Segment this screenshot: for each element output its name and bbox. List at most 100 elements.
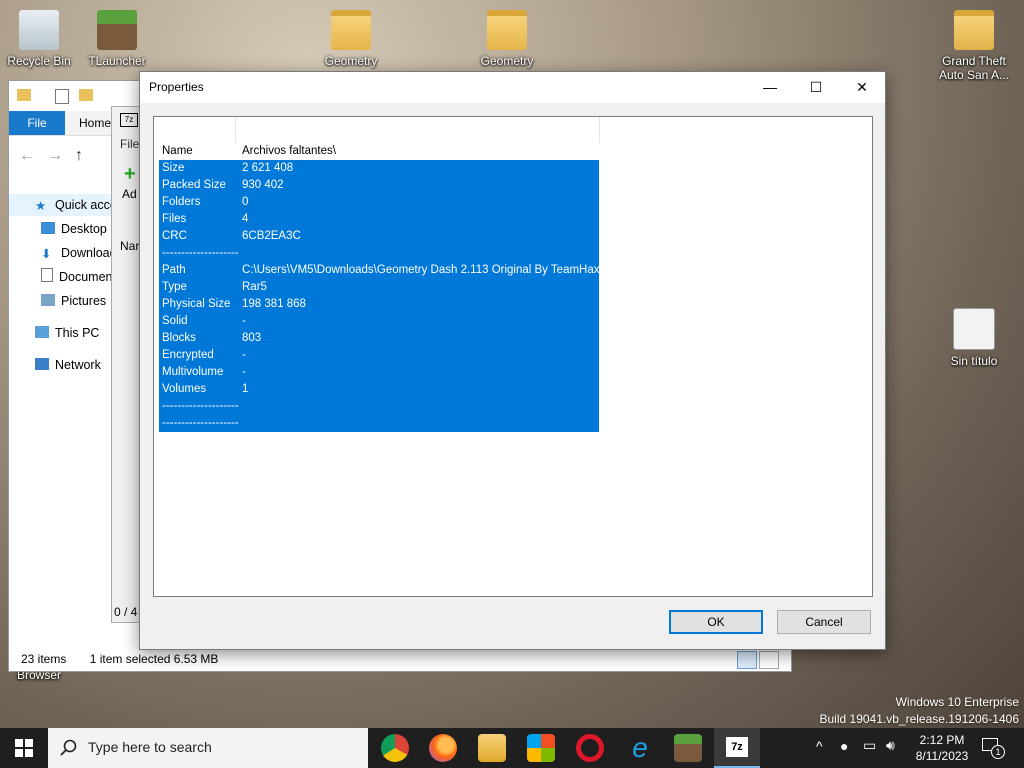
volume-icon[interactable]: 🔊︎: [886, 737, 895, 754]
clock[interactable]: 2:12 PM 8/11/2023: [910, 732, 974, 764]
nav-item-desktop[interactable]: Desktop: [41, 218, 107, 240]
new-folder-icon[interactable]: [79, 89, 93, 101]
desktop-icon-label: Recycle Bin: [7, 54, 71, 68]
property-value: C:\Users\VM5\Downloads\Geometry Dash 2.1…: [242, 264, 617, 276]
property-row[interactable]: Path C:\Users\VM5\Downloads\Geometry Dash…: [159, 262, 617, 279]
start-button[interactable]: [0, 728, 48, 768]
sevenzip-status: 0 / 4: [114, 605, 138, 619]
desktop-icon-label: TLauncher: [88, 54, 146, 68]
network-tray-icon[interactable]: ▭: [863, 737, 876, 754]
property-row-separator[interactable]: --------------------: [159, 415, 599, 432]
sevenzip-app-icon: 7z: [120, 113, 138, 127]
tab-file[interactable]: File: [9, 111, 65, 135]
property-row[interactable]: Blocks 803: [159, 330, 599, 347]
properties-icon[interactable]: [55, 89, 69, 104]
property-row[interactable]: Size 2 621 408: [159, 160, 599, 177]
property-row[interactable]: Files 4: [159, 211, 599, 228]
property-value: Rar5: [242, 281, 267, 293]
dialog-titlebar[interactable]: Properties — ☐ ✕: [140, 72, 885, 103]
taskbar-search-box[interactable]: Type here to search: [48, 728, 368, 768]
property-row-separator[interactable]: --------------------: [159, 245, 599, 262]
firefox-icon[interactable]: [429, 734, 457, 762]
network-icon: [35, 358, 49, 370]
computer-icon: [35, 326, 49, 338]
download-icon: ⬇: [41, 247, 52, 261]
folder-icon: [331, 10, 371, 50]
property-row[interactable]: Physical Size 198 381 868: [159, 296, 599, 313]
desktop-icon-geometry-1[interactable]: Geometry: [313, 10, 389, 68]
property-key: Multivolume: [162, 366, 224, 378]
sevenzip-name-column[interactable]: Nar: [120, 239, 139, 253]
property-row[interactable]: CRC 6CB2EA3C: [159, 228, 599, 245]
status-selected: 1 item selected 6.53 MB: [89, 652, 219, 666]
sevenzip-taskbar-button[interactable]: 7z: [714, 728, 760, 768]
properties-dialog[interactable]: Properties — ☐ ✕ Name Archivos faltantes…: [139, 71, 886, 650]
property-row-separator[interactable]: --------------------: [159, 398, 599, 415]
property-key: Folders: [162, 196, 201, 208]
show-hidden-icons-icon[interactable]: ^: [816, 738, 823, 754]
up-arrow-icon[interactable]: ↑: [75, 147, 95, 164]
folder-icon: [487, 10, 527, 50]
nav-item-documents[interactable]: Documen: [41, 266, 113, 288]
properties-list[interactable]: Name Archivos faltantes\ Size 2 621 408 P…: [153, 116, 873, 597]
property-value: 4: [242, 213, 249, 225]
close-button[interactable]: ✕: [839, 72, 885, 103]
clock-date: 8/11/2023: [915, 749, 969, 763]
minimize-button[interactable]: —: [747, 72, 793, 103]
folder-icon: [17, 89, 31, 101]
internet-explorer-icon[interactable]: e: [626, 734, 654, 762]
property-row[interactable]: Folders 0: [159, 194, 599, 211]
property-row[interactable]: Encrypted -: [159, 347, 599, 364]
minecraft-icon[interactable]: [674, 734, 702, 762]
pictures-icon: [41, 294, 55, 306]
large-icons-view-icon[interactable]: [759, 651, 779, 669]
property-value: 2 621 408: [242, 162, 294, 174]
back-arrow-icon[interactable]: ←: [19, 147, 47, 164]
chrome-icon[interactable]: [381, 734, 409, 762]
opera-icon[interactable]: [576, 734, 604, 762]
property-row-name[interactable]: Name Archivos faltantes\: [159, 143, 599, 160]
tab-home[interactable]: Home: [79, 111, 111, 135]
notification-badge: 1: [991, 745, 1005, 759]
nav-item-pictures[interactable]: Pictures: [41, 290, 106, 312]
property-row[interactable]: Multivolume -: [159, 364, 599, 381]
forward-arrow-icon[interactable]: →: [47, 147, 75, 164]
nav-label: Pictures: [61, 294, 107, 308]
desktop-icon-sin-titulo[interactable]: Sin título: [936, 308, 1012, 368]
property-key: Physical Size: [162, 298, 231, 310]
property-row[interactable]: Type Rar5: [159, 279, 599, 296]
property-value: -: [242, 315, 246, 327]
property-row[interactable]: Packed Size 930 402: [159, 177, 599, 194]
nav-arrows: ←→↑: [19, 147, 95, 165]
file-explorer-icon[interactable]: [478, 734, 506, 762]
desktop-icon-geometry-2[interactable]: Geometry: [469, 10, 545, 68]
property-key: Encrypted: [162, 349, 214, 361]
microsoft-store-icon[interactable]: [527, 734, 555, 762]
property-key: --------------------: [162, 417, 239, 429]
ok-button[interactable]: OK: [669, 610, 763, 634]
action-center-button[interactable]: 1: [982, 738, 1005, 759]
add-button-label: Ad: [122, 187, 137, 201]
document-icon: [41, 268, 53, 282]
nav-item-network[interactable]: Network: [35, 354, 101, 376]
add-icon[interactable]: +: [124, 163, 136, 186]
property-key: --------------------: [162, 400, 239, 412]
sevenzip-menu-file[interactable]: File: [120, 137, 139, 151]
desktop-icon-gta[interactable]: Grand Theft Auto San A...: [936, 10, 1012, 82]
nav-item-downloads[interactable]: ⬇ Download: [41, 242, 117, 264]
desktop-icon-recycle-bin[interactable]: Recycle Bin: [1, 10, 77, 68]
desktop-icon-tlauncher[interactable]: TLauncher: [79, 10, 155, 68]
maximize-button[interactable]: ☐: [793, 72, 839, 103]
cancel-button[interactable]: Cancel: [777, 610, 871, 634]
property-row[interactable]: Volumes 1: [159, 381, 599, 398]
microphone-icon[interactable]: ●: [840, 738, 848, 754]
nav-label: Documen: [59, 270, 113, 284]
dialog-title: Properties: [149, 80, 204, 94]
sevenzip-taskbar-icon: 7z: [726, 737, 748, 757]
property-row[interactable]: Solid -: [159, 313, 599, 330]
nav-item-this-pc[interactable]: This PC: [35, 322, 99, 344]
details-view-icon[interactable]: [737, 651, 757, 669]
nav-item-quick-access[interactable]: ★ Quick acce: [35, 194, 117, 216]
image-file-icon: [953, 308, 995, 350]
property-key: Solid: [162, 315, 188, 327]
